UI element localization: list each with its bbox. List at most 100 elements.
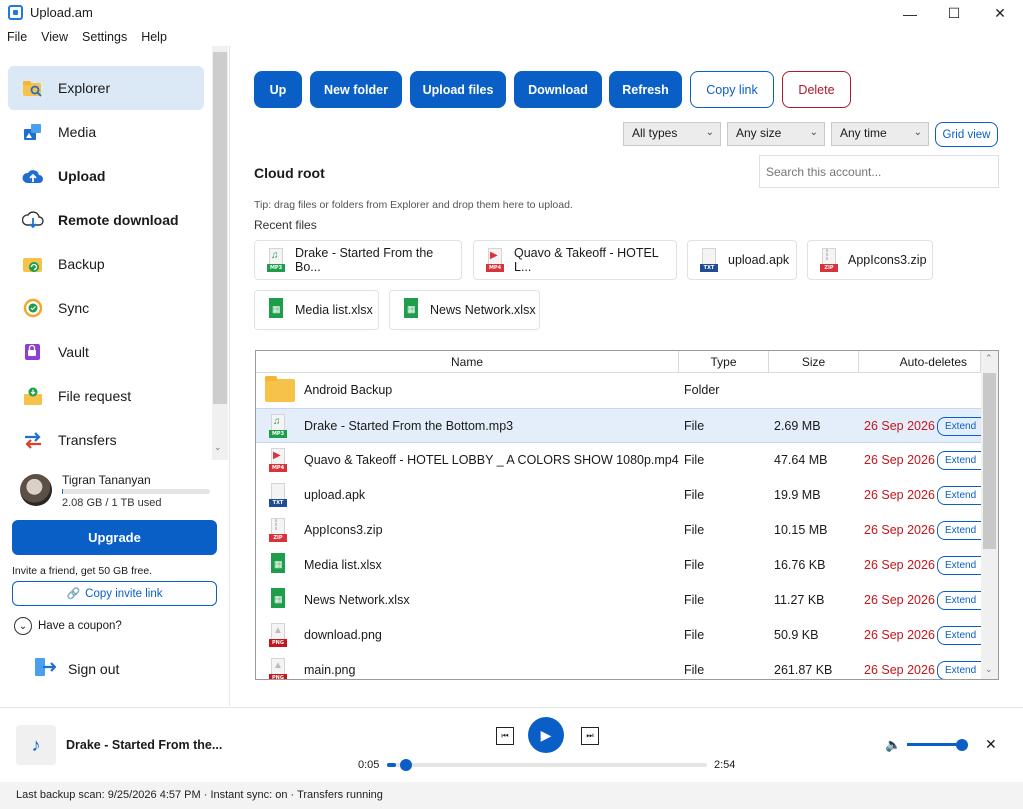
sign-out-button[interactable]: Sign out	[34, 656, 119, 681]
sidebar-item-sync[interactable]: Sync	[8, 286, 204, 330]
apk-file-icon: TXT	[269, 483, 287, 507]
skip-forward-icon: ⏭	[586, 731, 594, 740]
close-player-icon[interactable]: ✕	[985, 736, 997, 753]
sidebar-item-upload[interactable]: Upload	[8, 154, 204, 198]
folder-icon	[265, 376, 295, 402]
column-header-type[interactable]: Type	[679, 351, 769, 373]
sync-icon	[22, 298, 44, 318]
elapsed-time: 0:05	[358, 759, 380, 771]
copy-link-button[interactable]: Copy link	[690, 71, 774, 108]
next-track-button[interactable]: ⏭	[581, 727, 599, 745]
previous-track-button[interactable]: ⏮	[496, 727, 514, 745]
up-button[interactable]: Up	[254, 71, 302, 108]
extend-button[interactable]: Extend	[937, 661, 981, 679]
scroll-down-icon[interactable]: ⌄	[214, 442, 222, 453]
user-name: Tigran Tananyan	[62, 473, 151, 487]
now-playing-title: Drake - Started From the...	[66, 738, 223, 752]
volume-icon[interactable]: 🔈	[885, 737, 901, 753]
volume-slider[interactable]	[907, 743, 961, 746]
extend-button[interactable]: Extend	[937, 591, 981, 610]
table-row[interactable]: ▦ Media list.xlsx File 16.76 KB 26 Sep 2026 E…	[256, 548, 981, 583]
app-logo-icon	[8, 5, 23, 20]
column-header-size[interactable]: Size	[769, 351, 859, 373]
maximize-button[interactable]: ☐	[931, 0, 977, 27]
auto-delete-date: 26 Sep 2026	[864, 419, 935, 433]
mp4-file-icon: ▶ MP4	[269, 448, 287, 472]
table-row[interactable]: ▦ News Network.xlsx File 11.27 KB 26 Sep 202…	[256, 583, 981, 618]
sidebar-item-remote-download[interactable]: Remote download	[8, 198, 204, 242]
mp3-file-icon: ♫ MP3	[269, 414, 287, 438]
scroll-up-icon[interactable]: ⌃	[985, 353, 993, 364]
minimize-button[interactable]: —	[887, 0, 933, 27]
file-type: File	[684, 593, 705, 607]
recent-file-chip[interactable]: ▦ Media list.xlsx	[254, 290, 379, 330]
menu-help[interactable]: Help	[134, 28, 174, 48]
file-size: 16.76 KB	[774, 558, 826, 572]
menu-file[interactable]: File	[0, 28, 34, 48]
play-button[interactable]: ▶	[528, 717, 564, 753]
grid-view-button[interactable]: Grid view	[935, 122, 998, 147]
sidebar-item-transfers[interactable]: Transfers	[8, 418, 204, 462]
copy-invite-link-button[interactable]: 🔗 Copy invite link	[12, 581, 217, 606]
file-type: File	[684, 453, 705, 467]
sidebar-item-media[interactable]: Media	[8, 110, 204, 154]
coupon-toggle[interactable]: ⌄ Have a coupon?	[14, 617, 122, 635]
sidebar-item-label: Media	[58, 124, 97, 140]
file-size: 50.9 KB	[774, 628, 819, 642]
extend-button[interactable]: Extend	[937, 451, 981, 470]
avatar[interactable]	[20, 474, 52, 506]
file-name: Quavo & Takeoff - HOTEL LOBBY _ A COLORS…	[304, 453, 679, 467]
upload-files-button[interactable]: Upload files	[410, 71, 506, 108]
menu-view[interactable]: View	[34, 28, 75, 48]
recent-file-chip[interactable]: TXT upload.apk	[687, 240, 797, 280]
type-filter-select[interactable]: All types ⌄	[623, 122, 721, 146]
table-row[interactable]: ▲ PNG main.png File 261.87 KB 26 Sep 2026 Exte…	[256, 653, 981, 679]
upgrade-button[interactable]: Upgrade	[12, 520, 217, 555]
apk-file-icon: TXT	[700, 248, 718, 272]
refresh-button[interactable]: Refresh	[609, 71, 682, 108]
new-folder-button[interactable]: New folder	[310, 71, 402, 108]
file-size: 19.9 MB	[774, 488, 821, 502]
size-filter-select[interactable]: Any size ⌄	[727, 122, 825, 146]
time-filter-select[interactable]: Any time ⌄	[831, 122, 929, 146]
table-row[interactable]: ♫ MP3 Drake - Started From the Bottom.mp3 F…	[256, 408, 981, 443]
extend-button[interactable]: Extend	[937, 521, 981, 540]
quota-text: 2.08 GB / 1 TB used	[62, 497, 162, 509]
table-row[interactable]: Android Backup Folder	[256, 373, 981, 408]
table-row[interactable]: ┆ ZIP AppIcons3.zip File 10.15 MB 26 Sep 2026…	[256, 513, 981, 548]
sidebar-item-explorer[interactable]: Explorer	[8, 66, 204, 110]
close-window-button[interactable]: ✕	[977, 0, 1023, 27]
search-input[interactable]	[759, 155, 999, 188]
sidebar-item-vault[interactable]: Vault	[8, 330, 204, 374]
table-row[interactable]: ▶ MP4 Quavo & Takeoff - HOTEL LOBBY _ A CO…	[256, 443, 981, 478]
recent-file-chip[interactable]: ┆ ZIP AppIcons3.zip	[807, 240, 933, 280]
coupon-label: Have a coupon?	[38, 620, 122, 632]
extend-button[interactable]: Extend	[937, 417, 981, 436]
file-type: File	[684, 488, 705, 502]
recent-file-chip[interactable]: ♫ MP3 Drake - Started From the Bo...	[254, 240, 462, 280]
recent-file-chip[interactable]: ▶ MP4 Quavo & Takeoff - HOTEL L...	[473, 240, 677, 280]
sidebar-item-backup[interactable]: Backup	[8, 242, 204, 286]
file-size: 2.69 MB	[774, 419, 821, 433]
menu-settings[interactable]: Settings	[75, 28, 134, 48]
extend-button[interactable]: Extend	[937, 556, 981, 575]
extend-button[interactable]: Extend	[937, 626, 981, 645]
sidebar-item-label: Transfers	[58, 432, 117, 448]
download-button[interactable]: Download	[514, 71, 602, 108]
column-header-auto-deletes[interactable]: Auto-deletes	[859, 351, 981, 373]
table-scrollbar-thumb[interactable]	[983, 373, 996, 549]
duration-time: 2:54	[714, 759, 736, 771]
file-name: AppIcons3.zip	[304, 523, 383, 537]
volume-handle[interactable]	[956, 739, 968, 751]
table-row[interactable]: TXT upload.apk File 19.9 MB 26 Sep 2026 Exten…	[256, 478, 981, 513]
delete-button[interactable]: Delete	[782, 71, 851, 108]
folder-search-icon	[22, 78, 44, 98]
extend-button[interactable]: Extend	[937, 486, 981, 505]
table-row[interactable]: ▲ PNG download.png File 50.9 KB 26 Sep 2026 Ex…	[256, 618, 981, 653]
sidebar-scrollbar-thumb[interactable]	[213, 52, 227, 404]
sidebar-item-file-request[interactable]: File request	[8, 374, 204, 418]
scroll-down-icon[interactable]: ⌄	[985, 664, 993, 675]
recent-file-chip[interactable]: ▦ News Network.xlsx	[389, 290, 540, 330]
progress-slider[interactable]	[387, 763, 707, 767]
column-header-name[interactable]: Name	[256, 351, 679, 373]
